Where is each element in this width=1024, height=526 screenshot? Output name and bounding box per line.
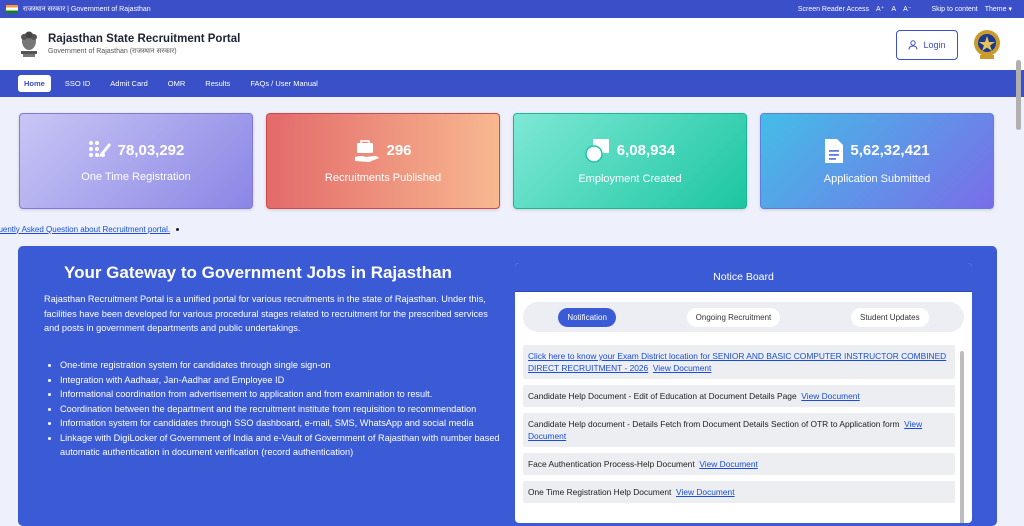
stat-value: 5,62,32,421 — [850, 142, 930, 159]
portal-title: Rajasthan State Recruitment Portal — [48, 32, 241, 45]
stat-label: Employment Created — [578, 172, 682, 185]
feature-item: Coordination between the department and … — [60, 402, 505, 417]
portal-subtitle: Government of Rajasthan (राजस्थान सरकार) — [48, 47, 177, 55]
notice-list: Click here to know your Exam District lo… — [523, 345, 955, 509]
stat-value: 78,03,292 — [117, 142, 185, 159]
login-button[interactable]: Login — [896, 30, 958, 60]
view-document-link[interactable]: View Document — [676, 487, 735, 497]
stat-card-employment: 6,08,934 Employment Created — [513, 113, 747, 209]
theme-dropdown[interactable]: Theme ▾ — [985, 5, 1012, 13]
feature-item: One-time registration system for candida… — [60, 358, 505, 373]
font-decrease-button[interactable]: A⁻ — [903, 5, 911, 13]
notice-tabs: Notification Ongoing Recruitment Student… — [523, 302, 964, 332]
notice-item: Face Authentication Process-Help Documen… — [523, 453, 955, 475]
employment-icon — [585, 138, 609, 163]
registration-icon — [88, 140, 111, 157]
nav-results[interactable]: Results — [199, 75, 236, 92]
site-header: Rajasthan State Recruitment Portal Gover… — [0, 18, 1024, 70]
nav-omr[interactable]: OMR — [162, 75, 192, 92]
govt-label: राजस्थान सरकार | Government of Rajasthan — [23, 5, 151, 13]
font-increase-button[interactable]: A⁺ — [876, 5, 884, 13]
stat-value: 6,08,934 — [616, 142, 676, 159]
faq-marquee-link[interactable]: quently Asked Question about Recruitment… — [0, 225, 170, 234]
stat-card-applications: 5,62,32,421 Application Submitted — [760, 113, 994, 209]
rajasthan-seal-icon — [974, 30, 1000, 59]
stat-label: Application Submitted — [823, 172, 931, 185]
stat-card-registration: 78,03,292 One Time Registration — [19, 113, 253, 209]
nav-sso-id[interactable]: SSO ID — [59, 75, 96, 92]
announcement-marquee: quently Asked Question about Recruitment… — [0, 219, 1024, 239]
notice-item: One Time Registration Help Document View… — [523, 481, 955, 503]
stats-row: 78,03,292 One Time Registration 296 Recr… — [0, 97, 1024, 209]
notice-text: Candidate Help document - Details Fetch … — [528, 419, 900, 429]
notice-item: Candidate Help Document - Edit of Educat… — [523, 385, 955, 407]
notice-text-link[interactable]: Click here to know your Exam District lo… — [528, 351, 946, 373]
screen-reader-link[interactable]: Screen Reader Access — [798, 6, 869, 13]
page-scrollbar[interactable] — [1016, 60, 1021, 130]
notice-board: Notice Board Notification Ongoing Recrui… — [515, 263, 972, 523]
view-document-link[interactable]: View Document — [653, 363, 712, 373]
hero-title: Your Gateway to Government Jobs in Rajas… — [64, 263, 452, 282]
font-normal-button[interactable]: A — [891, 6, 896, 13]
hero-section: Your Gateway to Government Jobs in Rajas… — [18, 246, 997, 526]
skip-to-content-link[interactable]: Skip to content — [931, 6, 977, 13]
document-icon — [825, 138, 844, 163]
notice-item: Candidate Help document - Details Fetch … — [523, 413, 955, 447]
india-flag-icon — [6, 5, 18, 13]
nav-home[interactable]: Home — [18, 75, 51, 92]
notice-text: Face Authentication Process-Help Documen… — [528, 459, 695, 469]
notice-board-title: Notice Board — [515, 263, 972, 292]
tab-student-updates[interactable]: Student Updates — [851, 307, 929, 327]
hero-intro: Rajasthan Recruitment Portal is a unifie… — [44, 294, 488, 333]
bullet-dot — [176, 227, 180, 231]
national-emblem-icon — [21, 31, 37, 57]
feature-item: Integration with Aadhaar, Jan-Aadhar and… — [60, 373, 505, 388]
nav-faqs[interactable]: FAQs / User Manual — [244, 75, 324, 92]
view-document-link[interactable]: View Document — [699, 459, 758, 469]
notice-item: Click here to know your Exam District lo… — [523, 345, 955, 379]
notice-text: One Time Registration Help Document — [528, 487, 672, 497]
feature-list: One-time registration system for candida… — [60, 358, 505, 460]
feature-item: Linkage with DigiLocker of Government of… — [60, 431, 505, 460]
feature-item: Informational coordination from advertis… — [60, 387, 505, 402]
feature-item: Information system for candidates throug… — [60, 416, 505, 431]
tab-ongoing-recruitment[interactable]: Ongoing Recruitment — [686, 307, 781, 327]
login-label: Login — [923, 40, 946, 50]
stat-value: 296 — [386, 142, 412, 159]
briefcase-hand-icon — [355, 139, 380, 162]
notice-scrollbar[interactable] — [960, 351, 964, 523]
stat-card-recruitments: 296 Recruitments Published — [266, 113, 500, 209]
stat-label: One Time Registration — [81, 170, 191, 183]
nav-admit-card[interactable]: Admit Card — [104, 75, 154, 92]
notice-text: Candidate Help Document - Edit of Educat… — [528, 391, 797, 401]
user-icon — [908, 40, 918, 50]
view-document-link[interactable]: View Document — [801, 391, 860, 401]
top-bar: राजस्थान सरकार | Government of Rajasthan… — [0, 0, 1024, 18]
stat-label: Recruitments Published — [324, 171, 442, 184]
main-nav: Home SSO ID Admit Card OMR Results FAQs … — [0, 70, 1024, 97]
tab-notification[interactable]: Notification — [558, 307, 616, 327]
